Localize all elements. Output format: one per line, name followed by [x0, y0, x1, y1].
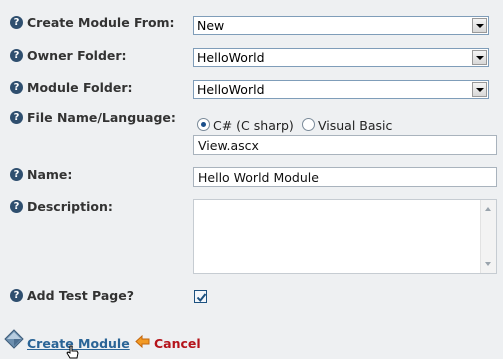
help-icon[interactable]: ? [10, 49, 23, 62]
help-icon[interactable]: ? [10, 16, 23, 29]
add-test-page-label: Add Test Page? [27, 288, 134, 303]
help-icon[interactable]: ? [10, 111, 23, 124]
description-label: Description: [27, 199, 113, 214]
module-folder-select[interactable]: HelloWorld [193, 80, 489, 99]
create-module-from-label: Create Module From: [27, 15, 175, 30]
language-radio-vb[interactable] [302, 118, 315, 131]
back-arrow-icon[interactable] [135, 335, 150, 348]
name-value: Hello World Module [198, 170, 319, 185]
help-icon[interactable]: ? [10, 289, 23, 302]
add-test-page-row: ? Add Test Page? [0, 288, 503, 309]
owner-folder-label: Owner Folder: [27, 48, 127, 63]
chevron-down-icon[interactable] [472, 18, 487, 33]
hand-cursor-icon [66, 345, 79, 359]
description-textarea[interactable] [193, 199, 497, 274]
language-radio-vb-label[interactable]: Visual Basic [318, 118, 392, 133]
scroll-down-arrow-icon[interactable] [485, 262, 491, 266]
chevron-down-icon[interactable] [472, 82, 487, 97]
owner-folder-value: HelloWorld [197, 50, 265, 65]
file-name-input[interactable]: View.ascx [193, 135, 497, 155]
add-test-page-checkbox[interactable] [194, 290, 207, 303]
module-folder-value: HelloWorld [197, 82, 265, 97]
language-radio-csharp[interactable] [197, 118, 210, 131]
file-name-value: View.ascx [198, 138, 259, 153]
module-diamond-icon[interactable] [4, 329, 24, 349]
file-name-language-label: File Name/Language: [27, 110, 176, 125]
create-module-from-value: New [197, 18, 225, 33]
help-icon[interactable]: ? [10, 200, 23, 213]
create-module-from-select[interactable]: New [193, 16, 489, 35]
owner-folder-select[interactable]: HelloWorld [193, 48, 489, 67]
checkmark-icon [196, 293, 207, 303]
help-icon[interactable]: ? [10, 81, 23, 94]
name-input[interactable]: Hello World Module [193, 167, 497, 187]
cancel-link[interactable]: Cancel [154, 336, 201, 351]
language-radio-csharp-label[interactable]: C# (C sharp) [213, 118, 294, 133]
create-module-form: ? Create Module From: New ? Owner Folder… [0, 0, 503, 359]
scroll-up-arrow-icon[interactable] [485, 207, 491, 211]
chevron-down-icon[interactable] [472, 50, 487, 65]
help-icon[interactable]: ? [10, 168, 23, 181]
description-scrollbar[interactable] [480, 200, 496, 273]
name-label: Name: [27, 167, 73, 182]
module-folder-label: Module Folder: [27, 80, 133, 95]
